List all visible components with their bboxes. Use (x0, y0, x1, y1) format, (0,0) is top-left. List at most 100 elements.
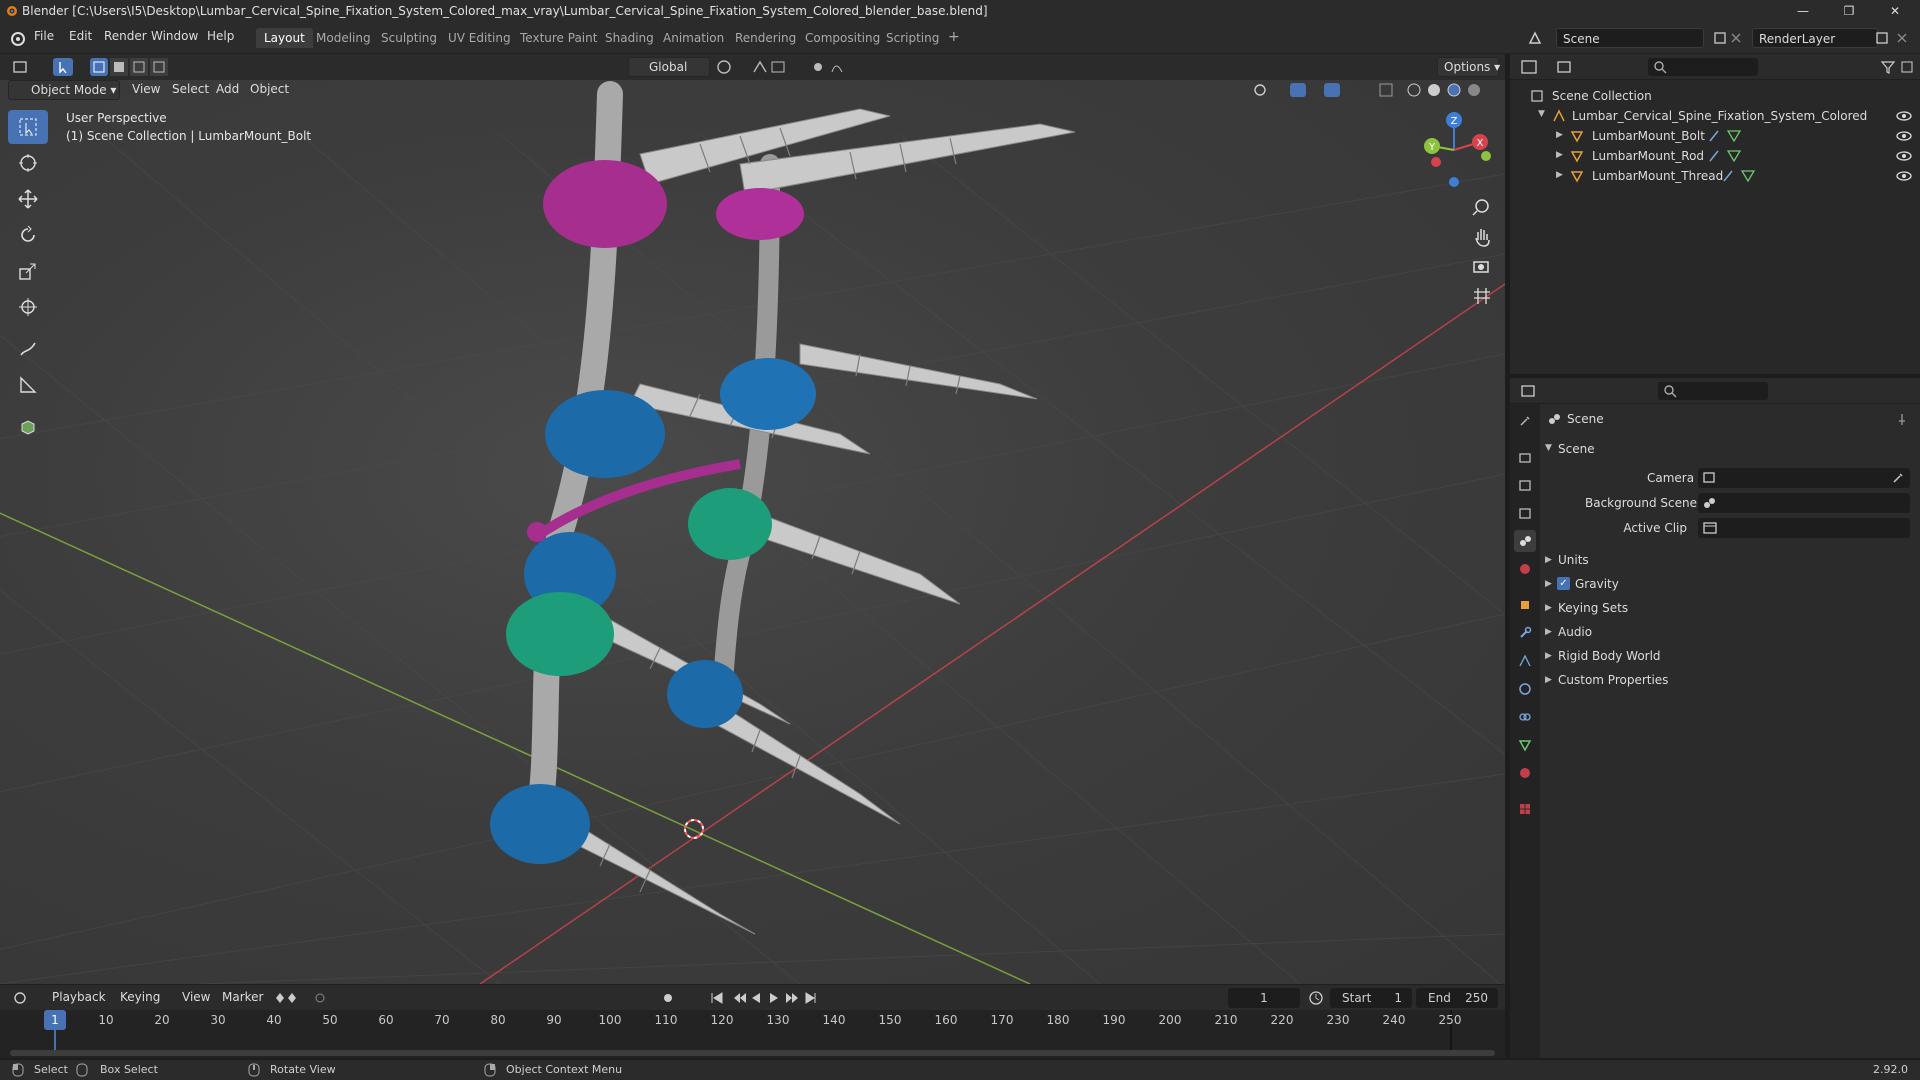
navigation-gizmo[interactable]: Z X Y (1412, 108, 1492, 188)
tab-particles[interactable] (1514, 650, 1536, 672)
tab-layout[interactable]: Layout (256, 28, 313, 48)
tab-object[interactable] (1514, 594, 1536, 616)
blender-menu-icon[interactable] (9, 30, 25, 46)
viewport-menu-select[interactable]: Select (166, 80, 215, 100)
properties-editor-icon[interactable] (1520, 383, 1550, 399)
outliner-editor-icon[interactable] (1520, 59, 1550, 75)
object-mode-dropdown[interactable]: Object Mode ▾ (8, 80, 120, 100)
start-frame-field[interactable]: Start 1 (1330, 988, 1412, 1008)
tab-scene[interactable] (1514, 530, 1536, 552)
section-custom-properties: Custom Properties (1558, 673, 1669, 687)
close-window-button[interactable]: ✕ (1872, 0, 1918, 22)
measure-tool[interactable] (8, 368, 48, 402)
pin-icon[interactable] (1895, 412, 1909, 426)
menu-file[interactable]: File (34, 29, 54, 43)
end-frame-field[interactable]: End 250 (1416, 988, 1498, 1008)
viewport-menu-object[interactable]: Object (244, 80, 295, 100)
options-dropdown[interactable]: Options ▾ (1437, 57, 1500, 77)
rotate-tool[interactable] (8, 218, 48, 252)
svg-text:X: X (1477, 138, 1484, 149)
camera-field[interactable] (1698, 468, 1910, 488)
scene-selector[interactable]: Scene (1556, 28, 1704, 48)
viewport-menu-view[interactable]: View (126, 80, 166, 100)
3d-viewport[interactable] (0, 54, 1505, 984)
properties-search-input[interactable] (1658, 382, 1768, 400)
scale-tool[interactable] (8, 254, 48, 288)
outliner-object-row[interactable]: ▶ LumbarMount_Bolt (1510, 126, 1920, 146)
tab-uv-editing[interactable]: UV Editing (440, 28, 519, 48)
timeline-editor-icon[interactable] (12, 990, 40, 1006)
tab-modeling[interactable]: Modeling (308, 28, 379, 48)
outliner-collection-row[interactable]: ▼ Lumbar_Cervical_Spine_Fixation_System_… (1510, 106, 1920, 126)
viewport-nav-buttons[interactable] (1470, 196, 1494, 316)
outliner-object-row[interactable]: ▶ LumbarMount_Rod (1510, 146, 1920, 166)
tab-view-layer[interactable] (1514, 502, 1536, 524)
cursor-tool[interactable] (8, 146, 48, 180)
tab-constraints[interactable] (1514, 706, 1536, 728)
version-label: 2.92.0 (1873, 1063, 1908, 1076)
current-frame-field[interactable]: 1 (1228, 988, 1300, 1008)
active-clip-field[interactable] (1698, 518, 1910, 538)
material-icon (1520, 768, 1530, 778)
outliner-object-row[interactable]: ▶ LumbarMount_Thread (1510, 166, 1920, 186)
tab-world[interactable] (1514, 558, 1536, 580)
editor-type-icon[interactable] (12, 59, 30, 75)
outliner-search-input[interactable] (1648, 58, 1758, 76)
transform-orientation-dropdown[interactable]: Global (628, 57, 710, 77)
pivot-snap-icons[interactable] (714, 58, 844, 76)
new-layer-icon[interactable] (1874, 30, 1890, 46)
maximize-button[interactable]: ❐ (1826, 0, 1872, 22)
add-cube-tool[interactable] (8, 410, 48, 444)
playback-controls[interactable] (660, 990, 820, 1006)
tab-shading[interactable]: Shading (597, 28, 662, 48)
timeline-menu-playback[interactable]: Playback (46, 988, 112, 1008)
scene-icon[interactable] (1527, 30, 1543, 46)
annotate-tool[interactable] (8, 332, 48, 366)
tab-physics[interactable] (1514, 678, 1536, 700)
viewport-shading-controls[interactable] (1250, 81, 1500, 99)
select-tool-icon[interactable] (52, 57, 74, 77)
add-workspace-button[interactable]: + (940, 26, 968, 46)
filter-icon[interactable] (1880, 59, 1916, 75)
tab-texture[interactable] (1514, 798, 1536, 820)
tab-animation[interactable]: Animation (655, 28, 732, 48)
tab-rendering[interactable]: Rendering (727, 28, 804, 48)
tab-material[interactable] (1514, 762, 1536, 784)
keyframe-icons[interactable] (272, 990, 342, 1006)
minimize-button[interactable]: — (1780, 0, 1826, 22)
outliner-scene-collection[interactable]: Scene Collection (1510, 86, 1920, 106)
tab-modifiers[interactable] (1514, 622, 1536, 644)
tab-texture-paint[interactable]: Texture Paint (512, 28, 605, 48)
gravity-checkbox[interactable]: ✓ (1557, 577, 1570, 590)
preview-range-icon[interactable] (1308, 990, 1324, 1006)
menu-window[interactable]: Window (151, 29, 198, 43)
select-box-tool[interactable] (8, 110, 48, 144)
viewport-menu-add[interactable]: Add (210, 80, 245, 100)
timeline-scrollbar[interactable] (10, 1050, 1495, 1056)
tab-tool[interactable] (1514, 410, 1536, 432)
background-scene-field[interactable] (1698, 493, 1910, 513)
renderlayer-selector[interactable]: RenderLayer (1752, 28, 1878, 48)
tab-render[interactable] (1514, 446, 1536, 468)
tab-sculpting[interactable]: Sculpting (373, 28, 445, 48)
delete-layer-icon[interactable] (1894, 30, 1910, 46)
menu-edit[interactable]: Edit (69, 29, 92, 43)
scene-panel-collapse-icon[interactable]: ▼ (1545, 443, 1552, 453)
move-tool[interactable] (8, 182, 48, 216)
timeline-menu-marker[interactable]: Marker (216, 988, 269, 1008)
selection-mode-icons[interactable] (90, 58, 180, 76)
tab-data[interactable] (1514, 734, 1536, 756)
timeline-menu-keying[interactable]: Keying (114, 988, 166, 1008)
scene-panel-title[interactable]: Scene (1558, 442, 1595, 456)
tab-output[interactable] (1514, 474, 1536, 496)
timeline-menu-view[interactable]: View (176, 988, 216, 1008)
menu-render[interactable]: Render (104, 29, 147, 43)
new-scene-icon[interactable] (1712, 30, 1728, 46)
display-mode-icon[interactable] (1556, 59, 1586, 75)
transform-tool[interactable] (8, 290, 48, 324)
menu-help[interactable]: Help (207, 29, 234, 43)
tab-scripting[interactable]: Scripting (878, 28, 947, 48)
eyedropper-icon[interactable] (1891, 471, 1905, 485)
tab-compositing[interactable]: Compositing (797, 28, 888, 48)
delete-scene-icon[interactable] (1728, 30, 1744, 46)
